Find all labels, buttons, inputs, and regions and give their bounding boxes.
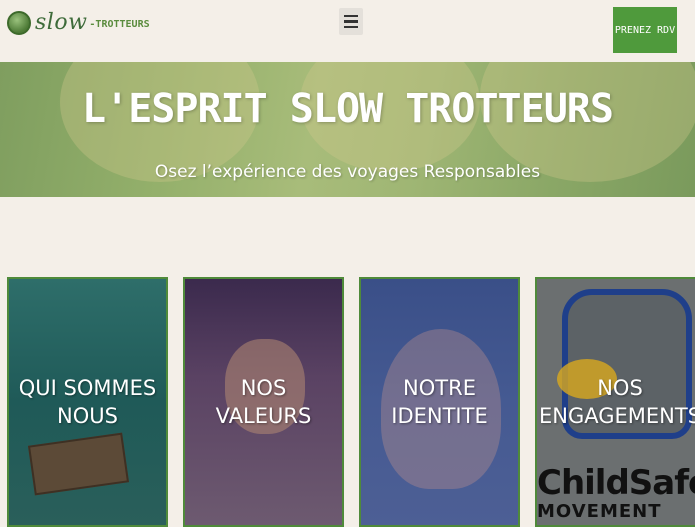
hero-banner: L'ESPRIT SLOW TROTTEURS Osez l’expérienc… xyxy=(0,62,695,197)
site-logo[interactable]: slow -TROTTEURS xyxy=(7,10,150,35)
menu-line xyxy=(344,20,358,23)
card-label: QUI SOMMES NOUS xyxy=(18,375,157,428)
menu-line xyxy=(344,25,358,29)
card-label: NOTRE IDENTITE xyxy=(391,375,488,428)
site-header: slow -TROTTEURS PRENEZ RDV xyxy=(0,0,695,62)
logo-slow-text: slow xyxy=(35,10,88,35)
globe-icon xyxy=(7,10,31,35)
logo-trotteurs-text: -TROTTEURS xyxy=(89,19,150,30)
card-label: NOS VALEURS xyxy=(215,375,312,428)
menu-line xyxy=(344,14,358,18)
childsafe-brand-text: ChildSafe xyxy=(537,463,695,503)
hero-subtitle: Osez l’expérience des voyages Responsabl… xyxy=(154,162,541,182)
card-label: NOS ENGAGEMENTS xyxy=(538,375,695,428)
card-nos-valeurs[interactable]: NOS VALEURS xyxy=(183,277,344,527)
card-nos-engagements[interactable]: ChildSafe MOVEMENT NOS ENGAGEMENTS xyxy=(535,277,695,527)
movement-brand-text: MOVEMENT xyxy=(537,501,662,522)
card-notre-identite[interactable]: NOTRE IDENTITE xyxy=(359,277,520,527)
book-appointment-button[interactable]: PRENEZ RDV xyxy=(613,7,677,53)
welcome-open-sign xyxy=(27,432,130,496)
card-qui-sommes-nous[interactable]: QUI SOMMES NOUS xyxy=(7,277,168,527)
hero-title: L'ESPRIT SLOW TROTTEURS xyxy=(82,86,614,132)
hamburger-icon[interactable] xyxy=(339,8,363,35)
